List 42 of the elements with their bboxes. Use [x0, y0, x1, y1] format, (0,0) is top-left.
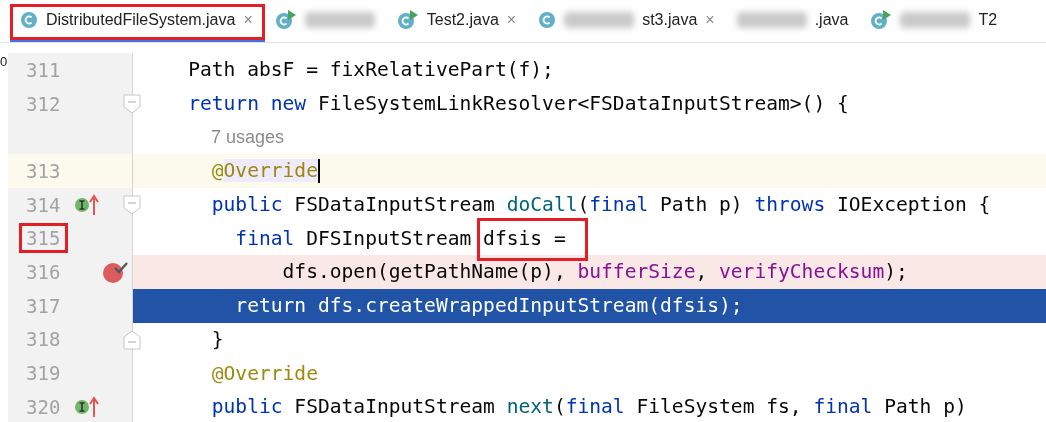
code-line: final DFSInputStream dfsis = — [141, 226, 566, 250]
code-line: return new FileSystemLinkResolver<FSDataInputStream>() { — [187, 92, 849, 116]
line-number: 320 — [26, 395, 62, 418]
redaction-blur — [564, 11, 635, 28]
test-class-icon — [274, 9, 297, 30]
line-number: 311 — [26, 58, 62, 81]
editor-tab[interactable]: T2 — [860, 0, 1010, 42]
line-number: 318 — [26, 328, 62, 351]
line-number: 316 — [26, 260, 62, 283]
code-line: Path absF = fixRelativePart(f); — [187, 58, 554, 82]
editor-tab[interactable]: .java — [726, 0, 861, 42]
code-line: @Override — [210, 159, 318, 183]
usages-hint[interactable]: 7 usages — [141, 126, 285, 148]
redaction-blur — [304, 11, 375, 28]
window-fragment-text: 0 — [0, 54, 8, 69]
line-number: 313 — [26, 159, 62, 182]
class-icon — [20, 10, 38, 29]
code-line: @Override — [210, 361, 318, 385]
redaction-blur — [736, 11, 807, 28]
fold-icon[interactable] — [123, 93, 141, 114]
fold-icon[interactable] — [123, 329, 141, 350]
line-number: 312 — [26, 92, 62, 115]
line-number: 315 — [26, 227, 66, 250]
fold-icon[interactable] — [123, 194, 141, 215]
code-line: public FSDataInputStream next(final FileSystem fs, final Path p) — [210, 395, 967, 419]
highlight-frame — [19, 223, 68, 254]
editor-tab[interactable]: DistributedFileSystem.java × — [10, 0, 265, 42]
editor-tab[interactable]: Test2.java × — [386, 0, 529, 42]
test-class-icon — [396, 9, 419, 30]
editor-tab[interactable]: st3.java × — [528, 0, 727, 42]
implements-icon[interactable] — [74, 394, 100, 419]
code-line: } — [210, 327, 224, 351]
implements-icon[interactable] — [74, 192, 100, 217]
code-line: public FSDataInputStream doCall(final Path p) throws IOException { — [210, 193, 991, 217]
line-number: 314 — [26, 193, 62, 216]
code-line: dfs.open(getPathName(p), bufferSize, verifyChecksum); — [281, 260, 908, 284]
line-number: 319 — [26, 362, 62, 385]
code-line: return dfs.createWrappedInputStream(dfsis); — [234, 294, 743, 318]
class-icon — [538, 10, 557, 29]
redaction-blur — [900, 11, 971, 28]
line-number: 317 — [26, 294, 62, 317]
test-class-icon — [870, 9, 893, 30]
